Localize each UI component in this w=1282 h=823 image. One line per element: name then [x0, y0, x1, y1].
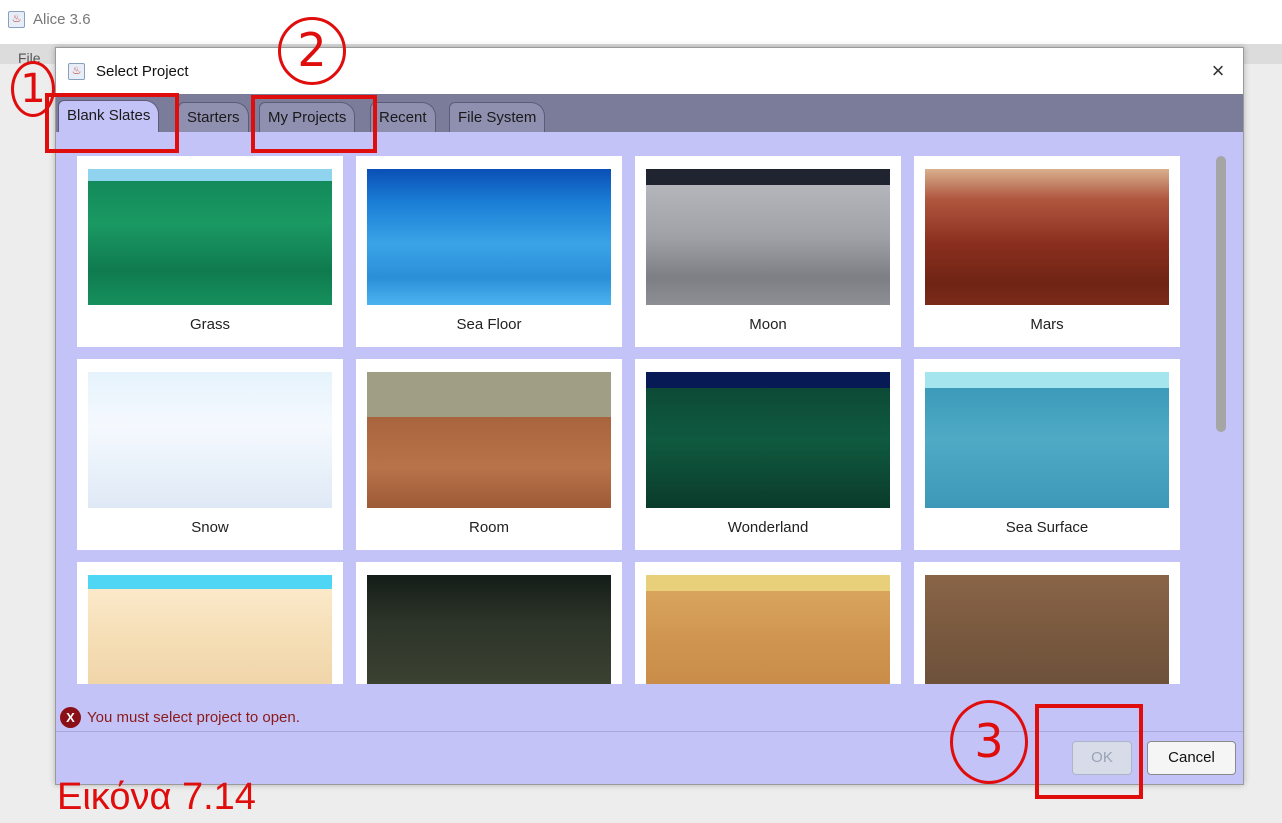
template-grid: Grass Sea Floor Moon Mars Snow Room Wond… [77, 156, 1191, 684]
select-project-dialog: ♨ Select Project × Blank Slates Starters… [55, 47, 1244, 785]
template-card-mars[interactable]: Mars [914, 156, 1180, 347]
tab-recent[interactable]: Recent [370, 102, 436, 132]
mars-thumbnail [925, 169, 1169, 305]
status-message: You must select project to open. [87, 708, 300, 726]
swamp-thumbnail [367, 575, 611, 684]
app-title: Alice 3.6 [33, 11, 91, 28]
sea-floor-thumbnail [367, 169, 611, 305]
snow-thumbnail [88, 372, 332, 508]
close-button[interactable]: × [1203, 56, 1233, 86]
java-icon: ♨ [8, 11, 25, 28]
template-label: Wonderland [727, 519, 809, 536]
template-card-dirt[interactable] [914, 562, 1180, 684]
template-card-grass[interactable]: Grass [77, 156, 343, 347]
template-card-room[interactable]: Room [356, 359, 622, 550]
tab-starters[interactable]: Starters [178, 102, 249, 132]
moon-thumbnail [646, 169, 890, 305]
template-card-moon[interactable]: Moon [635, 156, 901, 347]
annotation-marker-3: 3 [950, 700, 1028, 784]
grass-thumbnail [88, 169, 332, 305]
beach-thumbnail [88, 575, 332, 684]
template-label: Grass [189, 316, 230, 333]
template-card-desert[interactable] [635, 562, 901, 684]
app-titlebar: ♨ Alice 3.6 [0, 0, 1282, 44]
template-label: Moon [749, 316, 787, 333]
template-label: Sea Floor [456, 316, 522, 333]
template-label: Room [468, 519, 509, 536]
desert-thumbnail [646, 575, 890, 684]
dialog-titlebar: ♨ Select Project × [56, 48, 1243, 94]
sea-surface-thumbnail [925, 372, 1169, 508]
cancel-button[interactable]: Cancel [1147, 741, 1236, 775]
figure-caption: Εικόνα 7.14 [57, 776, 256, 818]
dirt-thumbnail [925, 575, 1169, 684]
annotation-box-ok [1035, 704, 1143, 799]
template-label: Mars [1030, 316, 1064, 333]
template-card-wonderland[interactable]: Wonderland [635, 359, 901, 550]
template-card-sea-surface[interactable]: Sea Surface [914, 359, 1180, 550]
template-label: Snow [191, 519, 229, 536]
template-card-snow[interactable]: Snow [77, 359, 343, 550]
java-icon: ♨ [68, 63, 85, 80]
room-thumbnail [367, 372, 611, 508]
tab-file-system[interactable]: File System [449, 102, 546, 132]
template-card-sea-floor[interactable]: Sea Floor [356, 156, 622, 347]
vertical-scrollbar[interactable] [1214, 152, 1228, 682]
tab-bar: Blank Slates Starters My Projects Recent… [56, 94, 1243, 132]
annotation-box-my-projects [251, 95, 377, 153]
template-card-swamp[interactable] [356, 562, 622, 684]
template-label: Sea Surface [1005, 519, 1089, 536]
dialog-title: Select Project [96, 63, 189, 80]
annotation-marker-2: 2 [278, 17, 346, 85]
status-bar: X You must select project to open. [60, 705, 300, 729]
scrollbar-thumb[interactable] [1216, 156, 1226, 432]
error-icon: X [60, 706, 81, 728]
template-card-beach[interactable] [77, 562, 343, 684]
tab-blank-slates[interactable]: Blank Slates [58, 100, 160, 132]
wonderland-thumbnail [646, 372, 890, 508]
